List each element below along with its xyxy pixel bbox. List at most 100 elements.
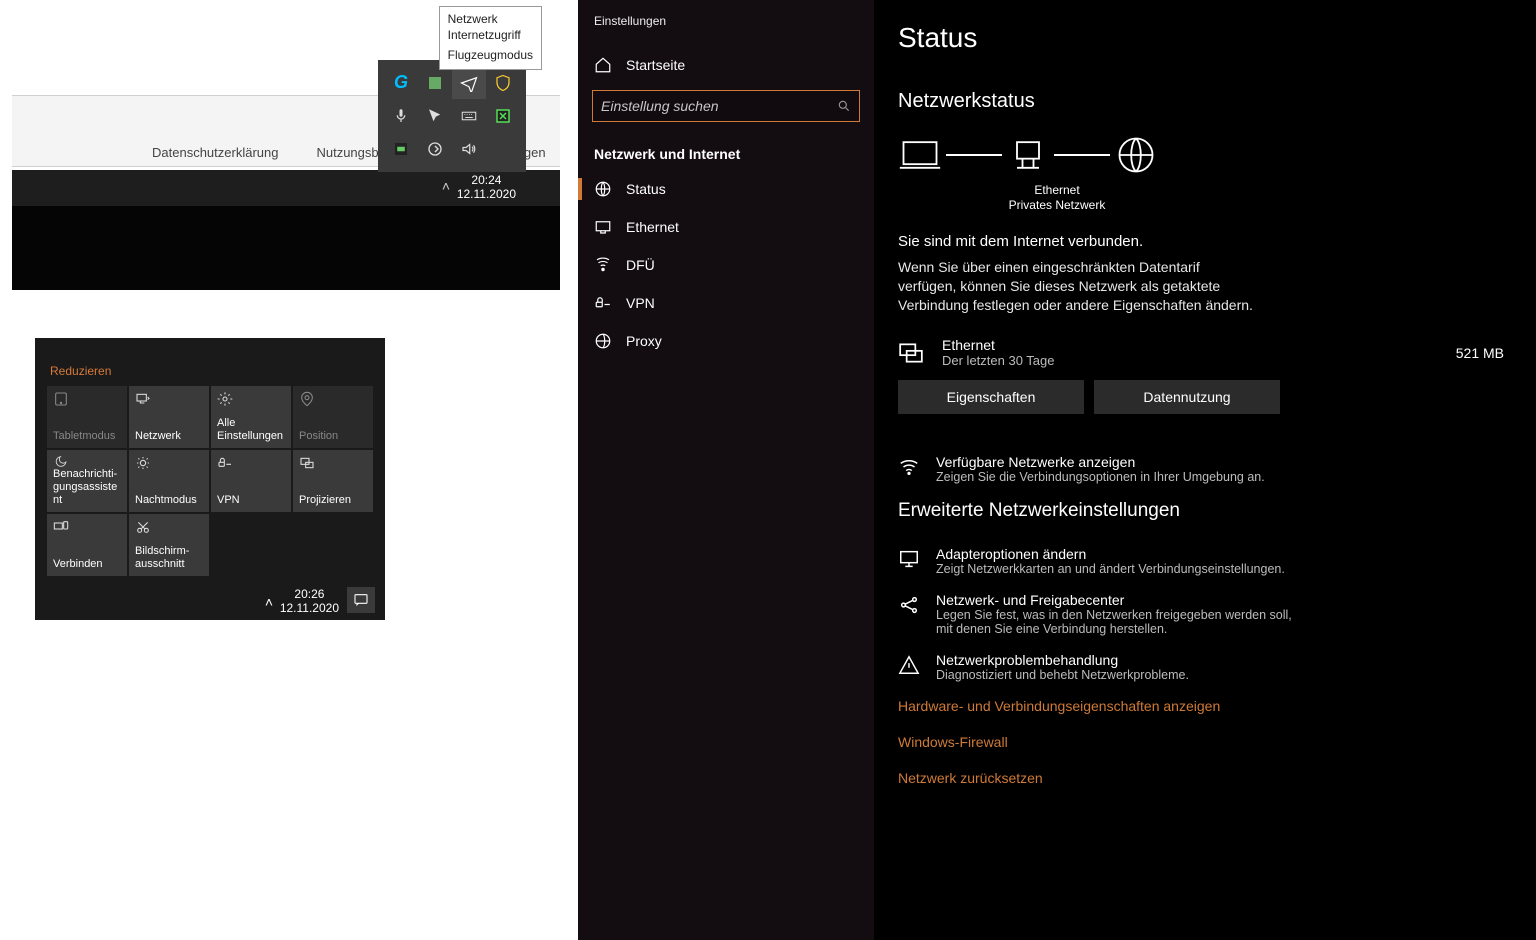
tile-label: VPN bbox=[217, 494, 285, 507]
nav-label: DFÜ bbox=[626, 257, 655, 273]
pc-icon bbox=[898, 133, 942, 177]
globe-icon bbox=[1114, 133, 1158, 177]
link-adapter-options[interactable]: Adapteroptionen ändern Zeigt Netzwerkkar… bbox=[898, 546, 1512, 576]
tile-project[interactable]: Projizieren bbox=[293, 450, 373, 512]
network-diagram bbox=[898, 133, 1512, 177]
tile-tabletmode[interactable]: Tabletmodus bbox=[47, 386, 127, 448]
tile-label: Benachrichti-gungsassistent bbox=[53, 468, 121, 507]
tray-chevron-icon[interactable]: ˄ bbox=[442, 178, 450, 194]
taskbar-1: ˄ 20:24 12.11.2020 bbox=[12, 170, 560, 206]
settings-header: Einstellungen bbox=[578, 10, 874, 46]
link-network-sharing[interactable]: Netzwerk- und Freigabecenter Legen Sie f… bbox=[898, 592, 1512, 636]
link-troubleshoot[interactable]: Netzwerkproblembehandlung Diagnostiziert… bbox=[898, 652, 1512, 682]
nav-label: Ethernet bbox=[626, 219, 679, 235]
link-network-reset[interactable]: Netzwerk zurücksetzen bbox=[898, 770, 1512, 786]
clock-date: 12.11.2020 bbox=[457, 187, 516, 201]
usage-name: Ethernet bbox=[942, 337, 1438, 353]
action-center-collapse[interactable]: Reduzieren bbox=[50, 364, 111, 378]
section-heading: Netzwerkstatus bbox=[898, 90, 1512, 113]
link-sub: Legen Sie fest, was in den Netzwerken fr… bbox=[936, 608, 1296, 636]
tooltip-line3: Flugzeugmodus bbox=[448, 47, 533, 63]
clock-time: 20:24 bbox=[471, 173, 501, 187]
tray-security-icon[interactable] bbox=[486, 66, 520, 99]
tile-label: Tabletmodus bbox=[53, 430, 121, 443]
warning-icon bbox=[898, 654, 920, 676]
tray-cursor-icon[interactable] bbox=[418, 99, 452, 132]
wifi-icon bbox=[898, 456, 920, 478]
tile-label: Alle Einstellungen bbox=[217, 417, 285, 443]
link-name: Adapteroptionen ändern bbox=[936, 546, 1285, 562]
nav-home-label: Startseite bbox=[626, 57, 685, 73]
tile-snip[interactable]: Bildschirm-ausschnitt bbox=[129, 514, 209, 576]
nav-ethernet[interactable]: Ethernet bbox=[578, 208, 874, 246]
tile-label: Nachtmodus bbox=[135, 494, 203, 507]
system-tray-popup: G bbox=[378, 60, 526, 172]
tile-nightmode[interactable]: Nachtmodus bbox=[129, 450, 209, 512]
tray-mic-icon[interactable] bbox=[384, 99, 418, 132]
tile-network[interactable]: Netzwerk bbox=[129, 386, 209, 448]
nav-proxy[interactable]: Proxy bbox=[578, 322, 874, 360]
nav-home[interactable]: Startseite bbox=[578, 46, 874, 84]
diagram-label-eth: Ethernet bbox=[1002, 183, 1112, 198]
tile-position[interactable]: Position bbox=[293, 386, 373, 448]
nav-label: Status bbox=[626, 181, 666, 197]
nav-status[interactable]: Status bbox=[578, 170, 874, 208]
page-title: Status bbox=[898, 22, 1512, 54]
tooltip-line2: Internetzugriff bbox=[448, 27, 533, 43]
tray-volume-icon[interactable] bbox=[452, 133, 486, 166]
ethernet-icon bbox=[898, 340, 924, 366]
clock-date: 12.11.2020 bbox=[280, 601, 339, 615]
tray-logitech-icon[interactable]: G bbox=[384, 66, 418, 99]
status-para: Wenn Sie über einen eingeschränkten Date… bbox=[898, 258, 1258, 315]
tray-keyboard-icon[interactable] bbox=[452, 99, 486, 132]
search-icon bbox=[837, 99, 851, 113]
settings-main: Status Netzwerkstatus Ethernet Privates … bbox=[874, 0, 1536, 940]
link-privacy[interactable]: Datenschutzerklärung bbox=[152, 145, 278, 160]
tray-elgato-icon[interactable] bbox=[418, 133, 452, 166]
diagram-line bbox=[946, 154, 1002, 156]
link-terms[interactable]: Nutzungsbe bbox=[316, 145, 385, 160]
screenshot-taskbar-tray: Datenschutzerklärung Nutzungsbe gen ˄ 20… bbox=[12, 0, 560, 290]
tray-nvidia-icon[interactable] bbox=[418, 66, 452, 99]
link-name: Netzwerk- und Freigabecenter bbox=[936, 592, 1296, 608]
tray-airplane-icon[interactable] bbox=[452, 66, 486, 99]
settings-search-input[interactable] bbox=[601, 98, 837, 114]
status-lead: Sie sind mit dem Internet verbunden. bbox=[898, 233, 1512, 250]
settings-search[interactable] bbox=[592, 90, 860, 122]
tile-label: Bildschirm-ausschnitt bbox=[135, 545, 203, 571]
action-center-icon[interactable] bbox=[347, 587, 375, 613]
link-show-networks[interactable]: Verfügbare Netzwerke anzeigen Zeigen Sie… bbox=[898, 454, 1512, 484]
properties-button[interactable]: Eigenschaften bbox=[898, 380, 1084, 414]
nav-label: VPN bbox=[626, 295, 655, 311]
tile-focus-assist[interactable]: Benachrichti-gungsassistent bbox=[47, 450, 127, 512]
nav-vpn[interactable]: VPN bbox=[578, 284, 874, 322]
link-sub: Diagnostiziert und behebt Netzwerkproble… bbox=[936, 668, 1189, 682]
clock[interactable]: 20:26 12.11.2020 bbox=[280, 587, 339, 615]
tooltip-line1: Netzwerk bbox=[448, 11, 533, 27]
diagram-label-net: Privates Netzwerk bbox=[1002, 198, 1112, 213]
link-more[interactable]: gen bbox=[524, 145, 546, 160]
tile-all-settings[interactable]: Alle Einstellungen bbox=[211, 386, 291, 448]
tile-connect[interactable]: Verbinden bbox=[47, 514, 127, 576]
usage-value: 521 MB bbox=[1456, 345, 1512, 361]
tray-close-icon[interactable] bbox=[486, 99, 520, 132]
diagram-labels: Ethernet Privates Netzwerk bbox=[1002, 183, 1112, 213]
action-center: Reduzieren Tabletmodus Netzwerk Alle Ein… bbox=[35, 338, 385, 620]
usage-buttons: Eigenschaften Datennutzung bbox=[898, 380, 1512, 414]
nav-label: Proxy bbox=[626, 333, 662, 349]
tray-chevron-icon[interactable]: ˄ bbox=[265, 594, 273, 610]
link-name: Netzwerkproblembehandlung bbox=[936, 652, 1189, 668]
adapter-icon bbox=[898, 548, 920, 570]
tray-empty bbox=[486, 133, 520, 166]
tray-tooltip: Netzwerk Internetzugriff Flugzeugmodus bbox=[439, 6, 542, 70]
nav-dialup[interactable]: DFÜ bbox=[578, 246, 874, 284]
link-windows-firewall[interactable]: Windows-Firewall bbox=[898, 734, 1512, 750]
data-usage-button[interactable]: Datennutzung bbox=[1094, 380, 1280, 414]
tray-app-icon[interactable] bbox=[384, 133, 418, 166]
link-sub: Zeigen Sie die Verbindungsoptionen in Ih… bbox=[936, 470, 1265, 484]
clock[interactable]: 20:24 12.11.2020 bbox=[457, 173, 516, 201]
tile-vpn[interactable]: VPN bbox=[211, 450, 291, 512]
link-name: Verfügbare Netzwerke anzeigen bbox=[936, 454, 1265, 470]
tile-label: Position bbox=[299, 430, 367, 443]
link-hardware-properties[interactable]: Hardware- und Verbindungseigenschaften a… bbox=[898, 698, 1512, 714]
